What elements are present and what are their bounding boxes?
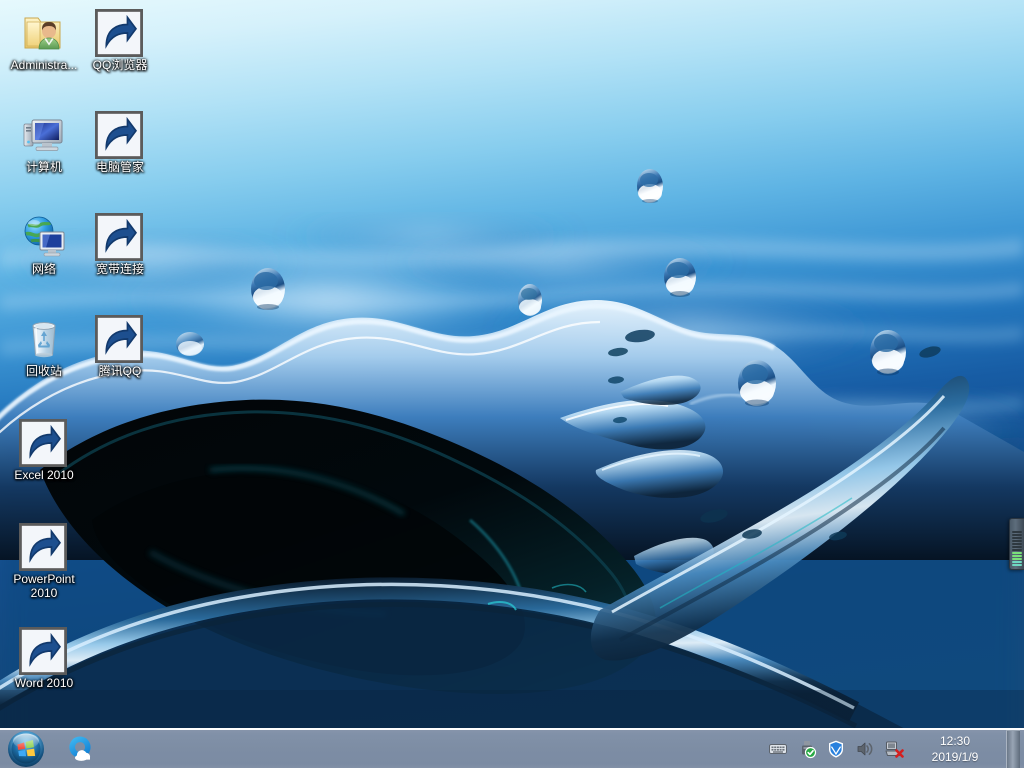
meter-bar (1012, 537, 1022, 539)
desktop-icon-label: 腾讯QQ (98, 364, 142, 378)
desktop-icon-label: 电脑管家 (95, 160, 144, 174)
start-orb-button[interactable] (3, 730, 49, 768)
desktop-icon-label: 宽带连接 (95, 262, 144, 276)
meter-bar (1012, 531, 1022, 533)
meter-bar (1012, 534, 1022, 536)
qq-browser-icon (69, 736, 91, 761)
shortcut-arrow-icon (95, 9, 143, 57)
desktop-icon-label: 网络 (31, 262, 56, 276)
clock-date: 2019/1/9 (931, 750, 979, 764)
powerpoint-icon (19, 522, 68, 571)
desktop-icon-word-2010[interactable]: Word 2010 (6, 626, 82, 690)
system-tray[interactable]: 12:30 2019/1/9 (768, 729, 1024, 768)
qq-browser-icon (95, 8, 144, 57)
taskbar[interactable]: 12:30 2019/1/9 (0, 728, 1024, 768)
shield-icon (95, 110, 144, 159)
desktop-icon-administrator[interactable]: Administra... (6, 8, 82, 72)
desktop-icon-network[interactable]: 网络 (6, 212, 82, 276)
taskbar-item-qq-browser[interactable] (63, 732, 97, 766)
desktop-icon-pc-manager[interactable]: 电脑管家 (82, 110, 158, 174)
clock-time: 12:30 (939, 734, 971, 748)
desktop-icon-label: Administra... (10, 58, 78, 72)
meter-bar (1012, 549, 1022, 551)
desktop-icon-label: QQ浏览器 (92, 58, 148, 72)
desktop-icon-excel-2010[interactable]: Excel 2010 (6, 418, 82, 482)
taskbar-quick-launch[interactable] (63, 730, 97, 768)
shortcut-arrow-icon (19, 627, 67, 675)
shortcut-arrow-icon (95, 111, 143, 159)
speaker-icon[interactable] (855, 739, 875, 759)
meter-bar (1012, 543, 1022, 545)
meter-bar-active (1012, 555, 1022, 557)
sidebar-meter-gadget[interactable] (1009, 518, 1024, 570)
desktop-icon-label: Word 2010 (14, 676, 74, 690)
user-folder-icon (20, 8, 68, 56)
desktop-icon-label: Excel 2010 (14, 468, 74, 482)
windows-logo-icon (8, 731, 44, 767)
shortcut-arrow-icon (19, 419, 67, 467)
meter-bar-active (1012, 558, 1022, 560)
network-globe-icon (20, 212, 68, 260)
usb-check-icon[interactable] (797, 739, 817, 759)
keyboard-icon[interactable] (768, 739, 788, 759)
desktop-icon-recycle-bin[interactable]: 回收站 (6, 314, 82, 378)
meter-bar-active (1012, 552, 1022, 554)
desktop-icon-computer[interactable]: 计算机 (6, 110, 82, 174)
show-desktop-button[interactable] (1006, 730, 1020, 768)
desktop-icon-broadband[interactable]: 宽带连接 (82, 212, 158, 276)
desktop-icon-label: PowerPoint 2010 (13, 572, 75, 600)
meter-bar (1012, 546, 1022, 548)
shortcut-arrow-icon (95, 315, 143, 363)
meter-bar-active (1012, 564, 1022, 566)
broadband-icon (95, 212, 144, 261)
computer-icon (20, 110, 68, 158)
desktop-root[interactable]: Administra... QQ浏览器 计算机 电脑管家 网络 宽带连接 回收站… (0, 0, 1024, 768)
meter-bar-active (1012, 561, 1022, 563)
desktop-icon-powerpoint-2010[interactable]: PowerPoint 2010 (6, 522, 82, 600)
qq-penguin-icon (95, 314, 144, 363)
desktop-icon-label: 计算机 (25, 160, 62, 174)
desktop-icon-qq-browser[interactable]: QQ浏览器 (82, 8, 158, 72)
recycle-bin-icon (20, 314, 68, 362)
desktop-icon-tencent-qq[interactable]: 腾讯QQ (82, 314, 158, 378)
meter-bar (1012, 540, 1022, 542)
shortcut-arrow-icon (19, 523, 67, 571)
shield-icon[interactable] (826, 739, 846, 759)
network-error-icon[interactable] (884, 739, 904, 759)
desktop-icon-label: 回收站 (25, 364, 62, 378)
word-icon (19, 626, 68, 675)
excel-icon (19, 418, 68, 467)
shortcut-arrow-icon (95, 213, 143, 261)
taskbar-clock[interactable]: 12:30 2019/1/9 (919, 733, 991, 765)
